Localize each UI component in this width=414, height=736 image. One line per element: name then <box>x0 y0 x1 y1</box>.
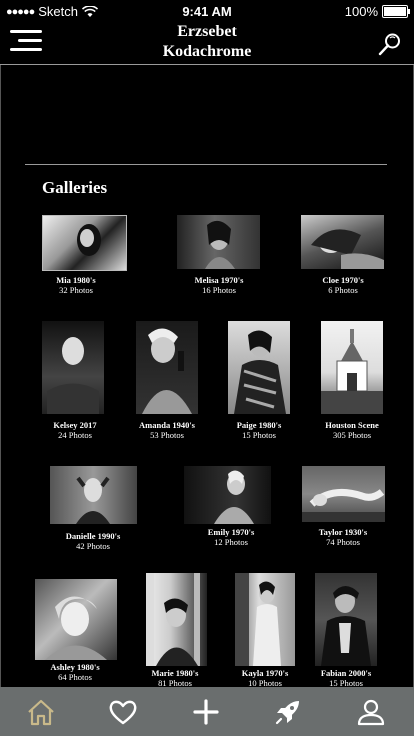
bottom-tab-bar <box>0 687 414 736</box>
title-line-1: Erzsebet <box>177 23 237 40</box>
gallery-name: Houston Scene <box>325 420 379 430</box>
gallery-thumbnail[interactable] <box>302 466 385 522</box>
profile-icon[interactable] <box>356 697 386 727</box>
gallery-caption[interactable]: Emily 1970's 12 Photos <box>171 527 291 547</box>
gallery-count: 305 Photos <box>332 430 372 440</box>
gallery-thumbnail[interactable] <box>235 573 295 666</box>
gallery-caption[interactable]: Mia 1980's 32 Photos <box>16 275 136 295</box>
gallery-name: Emily 1970's <box>207 527 255 537</box>
gallery-name: Melisa 1970's <box>194 275 244 285</box>
gallery-thumbnail[interactable] <box>146 573 207 666</box>
gallery-content[interactable]: Galleries Mia 1980's 32 Photos Melisa 19… <box>0 65 414 688</box>
gallery-thumbnail[interactable] <box>184 466 271 524</box>
plus-icon[interactable] <box>191 697 221 727</box>
section-divider <box>25 164 387 165</box>
galleries-heading: Galleries <box>42 178 108 197</box>
gallery-thumbnail[interactable] <box>301 215 384 269</box>
page-title: Erzsebet Kodachrome <box>0 22 414 62</box>
gallery-caption[interactable]: Fabian 2000's 15 Photos <box>286 668 406 688</box>
gallery-count: 12 Photos <box>214 537 248 547</box>
gallery-count: 74 Photos <box>326 537 360 547</box>
gallery-name: Danielle 1990's <box>65 531 121 541</box>
status-bar: ●●●●● Sketch 9:41 AM 100% <box>0 0 414 22</box>
gallery-thumbnail[interactable] <box>42 215 127 271</box>
gallery-name: Cloe 1970's <box>322 275 364 285</box>
gallery-caption[interactable]: Melisa 1970's 16 Photos <box>159 275 279 295</box>
gallery-caption[interactable]: Houston Scene 305 Photos <box>292 420 412 440</box>
gallery-caption[interactable]: Taylor 1930's 74 Photos <box>283 527 403 547</box>
gallery-caption[interactable]: Cloe 1970's 6 Photos <box>283 275 403 295</box>
gallery-count: 6 Photos <box>328 285 358 295</box>
gallery-thumbnail[interactable] <box>35 579 117 660</box>
gallery-name: Mia 1980's <box>56 275 96 285</box>
gallery-thumbnail[interactable] <box>50 466 137 524</box>
title-line-2: Kodachrome <box>162 43 252 60</box>
gallery-thumbnail[interactable] <box>315 573 377 666</box>
gallery-thumbnail[interactable] <box>136 321 198 414</box>
gallery-thumbnail[interactable] <box>42 321 104 414</box>
app-header: Erzsebet Kodachrome <box>0 22 414 65</box>
battery-percent: 100% <box>344 4 378 19</box>
gallery-thumbnail[interactable] <box>228 321 290 414</box>
gallery-count: 16 Photos <box>202 285 236 295</box>
gallery-caption[interactable]: Danielle 1990's 42 Photos <box>33 531 153 551</box>
battery-icon <box>382 5 410 18</box>
gallery-thumbnail[interactable] <box>321 321 383 414</box>
gallery-thumbnail[interactable] <box>177 215 260 269</box>
gallery-name: Taylor 1930's <box>318 527 368 537</box>
home-icon[interactable] <box>26 697 56 727</box>
heart-icon[interactable] <box>108 697 138 727</box>
rocket-icon[interactable] <box>273 697 303 727</box>
gallery-count: 32 Photos <box>59 285 93 295</box>
gallery-count: 42 Photos <box>76 541 110 551</box>
gallery-name: Fabian 2000's <box>320 668 372 678</box>
search-icon[interactable] <box>378 32 402 56</box>
